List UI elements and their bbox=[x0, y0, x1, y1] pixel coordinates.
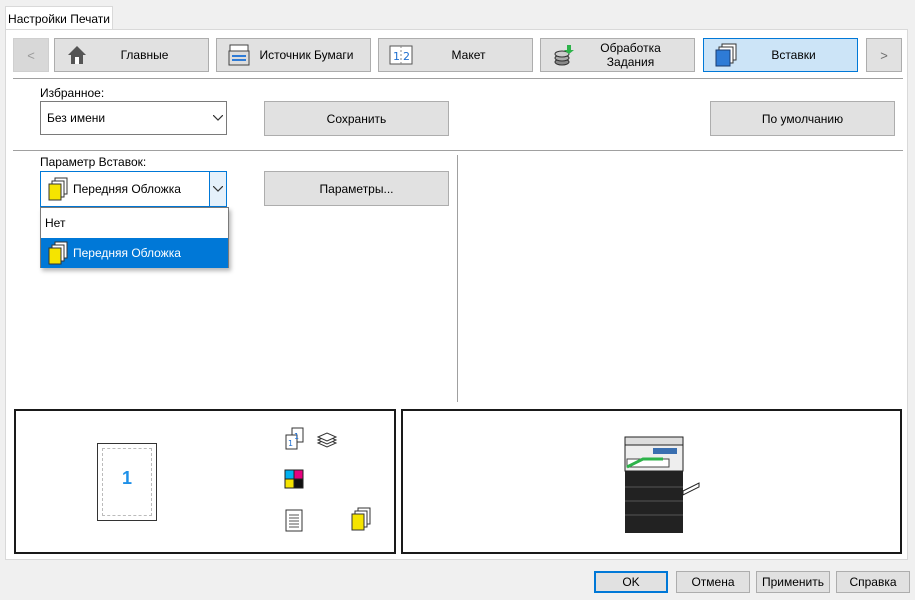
favorites-select-value: Без имени bbox=[47, 111, 106, 125]
chevron-down-icon bbox=[213, 186, 223, 192]
color-mode-icon bbox=[284, 469, 304, 489]
defaults-button[interactable]: По умолчанию bbox=[710, 101, 895, 136]
tab-print-settings[interactable]: Настройки Печати bbox=[5, 6, 113, 30]
svg-text:1: 1 bbox=[393, 50, 400, 63]
ok-button[interactable]: OK bbox=[594, 571, 668, 593]
tab-job-handling[interactable]: Обработка Задания bbox=[540, 38, 695, 72]
tab-main-label: Главные bbox=[120, 48, 169, 62]
tab-job-handling-label: Обработка Задания bbox=[600, 41, 661, 69]
tab-paper-source[interactable]: Источник Бумаги bbox=[216, 38, 371, 72]
job-handling-icon bbox=[551, 43, 575, 67]
inserts-dropdown-list: Нет Передняя Обложка bbox=[40, 207, 229, 268]
apply-button[interactable]: Применить bbox=[756, 571, 830, 593]
help-button[interactable]: Справка bbox=[836, 571, 910, 593]
nav-prev-button[interactable]: < bbox=[13, 38, 49, 72]
tab-inserts[interactable]: Вставки bbox=[703, 38, 858, 72]
inserts-label: Параметр Вставок: bbox=[40, 155, 147, 169]
printer-icon bbox=[623, 435, 703, 535]
document-preview: 1 11 bbox=[14, 409, 396, 554]
front-cover-icon bbox=[47, 177, 69, 201]
inserts-icon bbox=[714, 43, 738, 67]
inserts-dropdown-toggle[interactable] bbox=[209, 172, 226, 206]
favorites-label: Избранное: bbox=[40, 86, 105, 100]
dropdown-option-none[interactable]: Нет bbox=[41, 208, 228, 238]
paper-source-icon bbox=[227, 43, 251, 67]
preview-page: 1 bbox=[97, 443, 157, 521]
stack-icon bbox=[316, 429, 338, 451]
inserts-select-value: Передняя Обложка bbox=[73, 182, 181, 196]
dropdown-option-front-cover[interactable]: Передняя Обложка bbox=[41, 238, 228, 268]
svg-text:1: 1 bbox=[288, 439, 293, 448]
tab-layout[interactable]: 12 Макет bbox=[378, 38, 533, 72]
save-button[interactable]: Сохранить bbox=[264, 101, 449, 136]
paper-icon bbox=[284, 509, 304, 533]
svg-text:1: 1 bbox=[294, 432, 299, 441]
tab-print-settings-label: Настройки Печати bbox=[8, 11, 110, 26]
layout-icon: 12 bbox=[389, 43, 413, 67]
column-divider bbox=[457, 155, 458, 402]
tab-main[interactable]: Главные bbox=[54, 38, 209, 72]
cancel-button[interactable]: Отмена bbox=[676, 571, 750, 593]
parameters-button[interactable]: Параметры... bbox=[264, 171, 449, 206]
home-icon bbox=[65, 43, 89, 67]
favorites-select[interactable]: Без имени bbox=[40, 101, 227, 135]
front-cover-icon bbox=[47, 241, 69, 265]
nav-divider bbox=[13, 78, 903, 79]
chevron-down-icon bbox=[210, 113, 226, 124]
svg-text:2: 2 bbox=[403, 50, 410, 63]
section-divider bbox=[13, 150, 903, 151]
front-cover-icon bbox=[350, 507, 372, 531]
tab-paper-source-label: Источник Бумаги bbox=[259, 48, 354, 62]
inserts-select[interactable]: Передняя Обложка bbox=[40, 171, 227, 207]
preview-page-number: 1 bbox=[121, 468, 132, 488]
copies-icon: 11 bbox=[284, 427, 306, 451]
tab-layout-label: Макет bbox=[451, 48, 486, 62]
printer-preview bbox=[401, 409, 902, 554]
tab-inserts-label: Вставки bbox=[771, 48, 816, 62]
nav-next-button[interactable]: > bbox=[866, 38, 902, 72]
